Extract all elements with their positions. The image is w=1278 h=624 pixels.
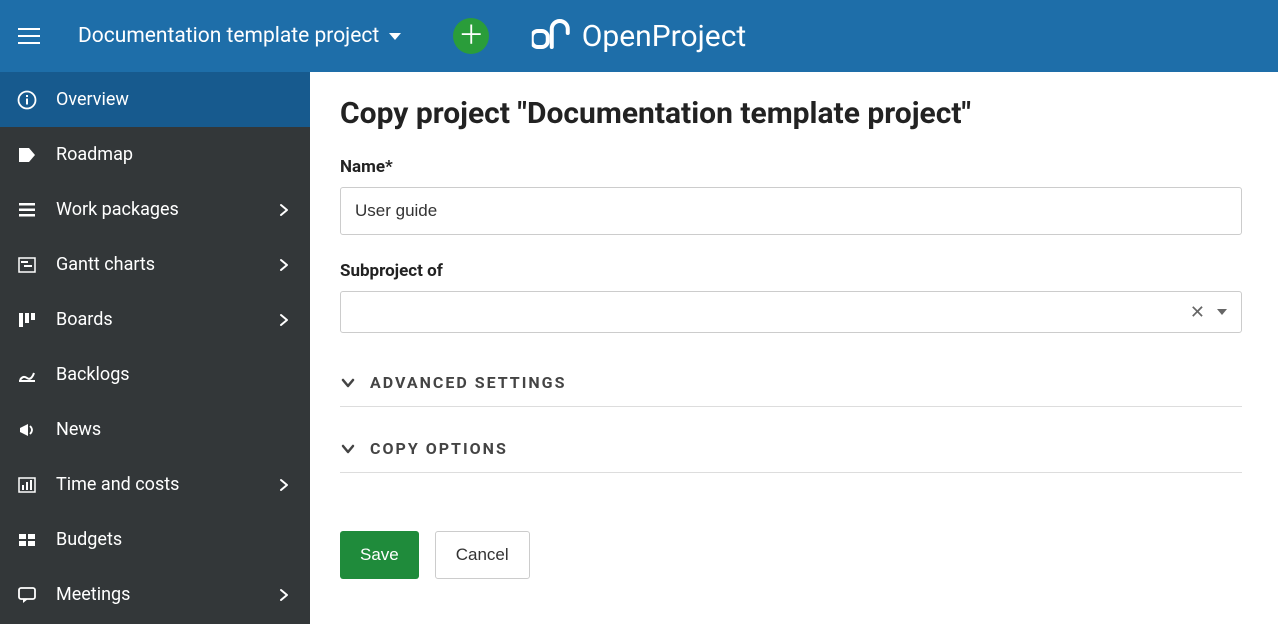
brand-logo: OpenProject [532,19,746,54]
copy-options-label: COPY OPTIONS [370,439,508,458]
chevron-right-icon [276,257,294,273]
sidebar-item-time-and-costs[interactable]: Time and costs [0,457,310,512]
list-icon [16,199,38,221]
boards-icon [16,309,38,331]
openproject-icon [532,19,572,53]
chevron-right-icon [276,312,294,328]
sidebar-item-label: Work packages [56,199,276,220]
megaphone-icon [16,419,38,441]
sidebar-item-label: Backlogs [56,364,294,385]
caret-down-icon [389,33,401,40]
sidebar-item-roadmap[interactable]: Roadmap [0,127,310,182]
sidebar-item-label: Meetings [56,584,276,605]
gantt-icon [16,254,38,276]
sidebar-item-boards[interactable]: Boards [0,292,310,347]
brand-text: OpenProject [582,19,746,54]
save-button[interactable]: Save [340,531,419,579]
backlogs-icon [16,364,38,386]
sidebar-item-meetings[interactable]: Meetings [0,567,310,622]
advanced-settings-label: ADVANCED SETTINGS [370,373,566,392]
sidebar-item-label: Gantt charts [56,254,276,275]
sidebar-item-overview[interactable]: Overview [0,72,310,127]
subproject-select[interactable]: ✕ [340,291,1242,333]
tag-icon [16,144,38,166]
name-input[interactable] [340,187,1242,235]
sidebar-item-label: Overview [56,89,294,110]
sidebar-item-gantt-charts[interactable]: Gantt charts [0,237,310,292]
chevron-right-icon [276,477,294,493]
sidebar: Overview Roadmap Work packages Gantt charts… [0,72,310,624]
sidebar-item-label: Boards [56,309,276,330]
chevron-down-icon [340,441,356,457]
add-button[interactable]: ＋ [453,18,489,54]
budget-icon [16,529,38,551]
plus-icon: ＋ [458,23,484,49]
sidebar-item-label: News [56,419,294,440]
chart-icon [16,474,38,496]
chevron-down-icon [340,375,356,391]
main-content: Copy project "Documentation template pro… [310,72,1278,624]
sidebar-item-label: Time and costs [56,474,276,495]
top-bar: Documentation template project ＋ OpenPro… [0,0,1278,72]
sidebar-item-label: Roadmap [56,144,294,165]
sidebar-item-news[interactable]: News [0,402,310,457]
dropdown-caret-icon[interactable] [1217,309,1227,315]
cancel-button[interactable]: Cancel [435,531,530,579]
advanced-settings-toggle[interactable]: ADVANCED SETTINGS [340,359,1242,407]
copy-options-toggle[interactable]: COPY OPTIONS [340,425,1242,473]
meetings-icon [16,584,38,606]
project-title-text: Documentation template project [78,24,379,48]
page-heading: Copy project "Documentation template pro… [340,96,1242,131]
info-circle-icon [16,89,38,111]
project-selector[interactable]: Documentation template project [78,24,401,48]
hamburger-menu-icon[interactable] [18,24,42,48]
chevron-right-icon [276,202,294,218]
clear-icon[interactable]: ✕ [1182,302,1213,323]
sidebar-item-work-packages[interactable]: Work packages [0,182,310,237]
sidebar-item-budgets[interactable]: Budgets [0,512,310,567]
name-label: Name* [340,157,1242,177]
sidebar-item-backlogs[interactable]: Backlogs [0,347,310,402]
subproject-label: Subproject of [340,261,1242,281]
sidebar-item-label: Budgets [56,529,294,550]
chevron-right-icon [276,587,294,603]
